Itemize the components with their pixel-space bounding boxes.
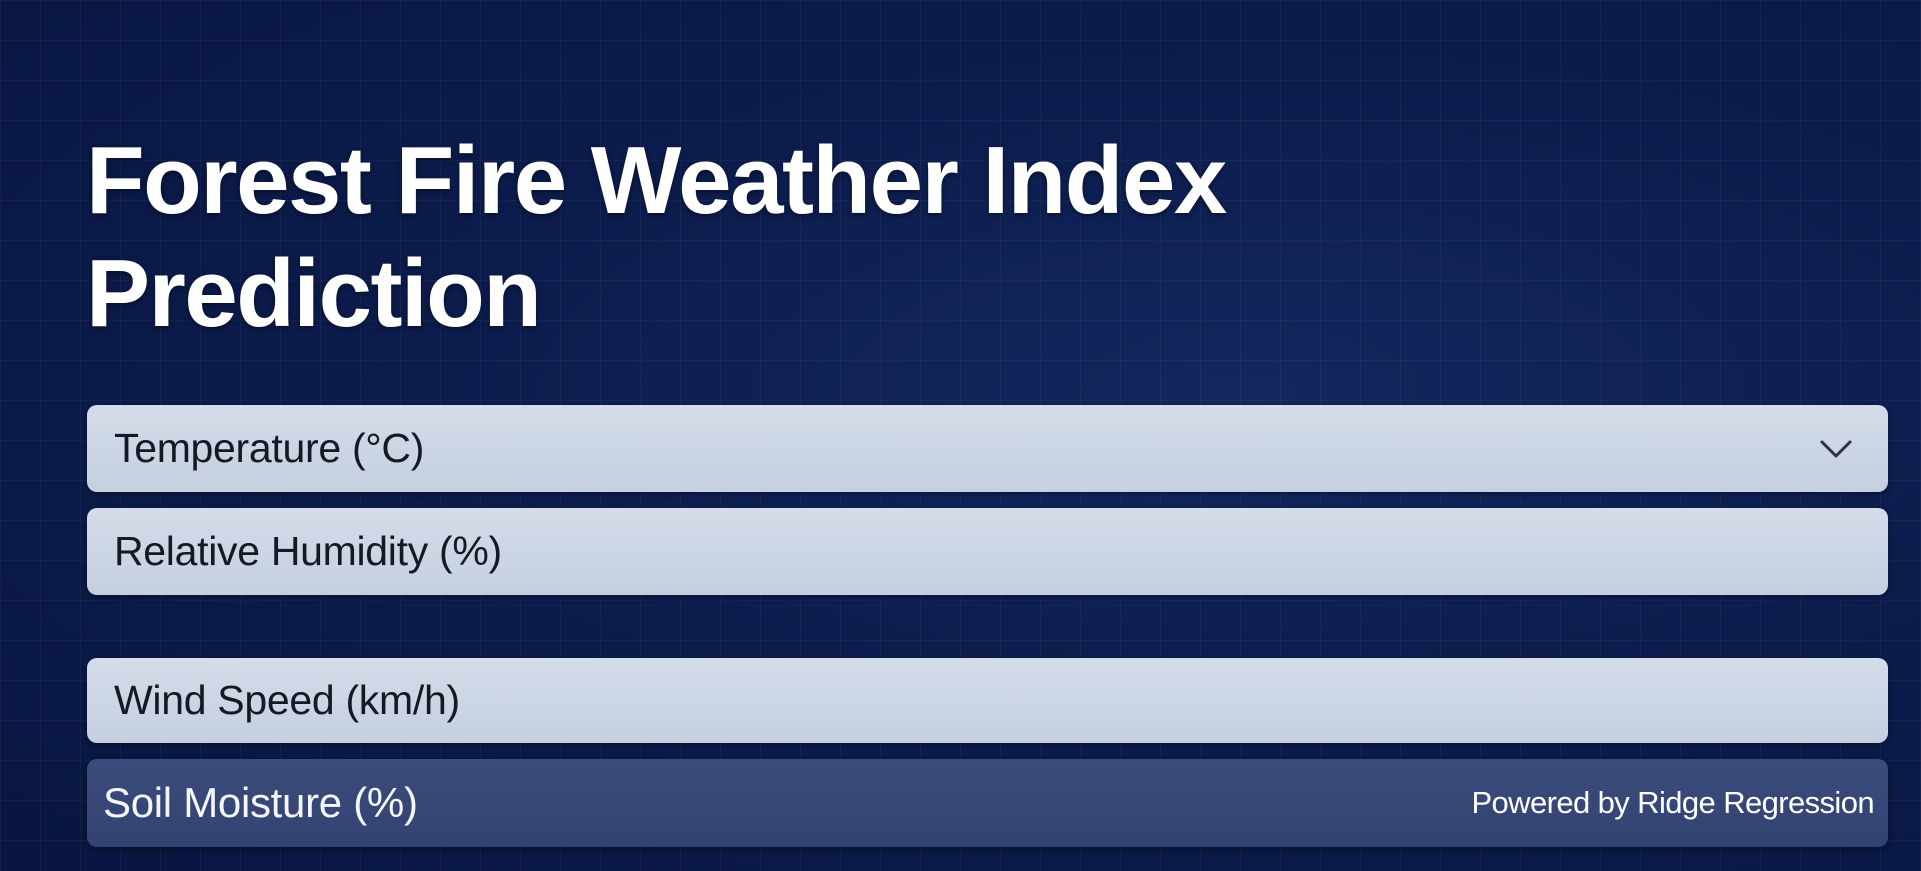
soil-moisture-label: Soil Moisture (%) [103, 779, 418, 826]
page-title: Forest Fire Weather Index Prediction [86, 127, 1227, 347]
relative-humidity-input[interactable]: Relative Humidity (%) [87, 508, 1888, 595]
powered-by-text: Powered by Ridge Regression [1471, 785, 1874, 820]
wind-speed-label: Wind Speed (km/h) [114, 677, 460, 723]
wind-speed-input[interactable]: Wind Speed (km/h) [87, 658, 1888, 743]
soil-moisture-input[interactable]: Soil Moisture (%) Powered by Ridge Regre… [87, 759, 1888, 847]
chevron-down-icon [1818, 431, 1854, 467]
relative-humidity-label: Relative Humidity (%) [114, 528, 502, 574]
temperature-select[interactable]: Temperature (°C) [87, 405, 1888, 492]
temperature-label: Temperature (°C) [114, 425, 425, 471]
